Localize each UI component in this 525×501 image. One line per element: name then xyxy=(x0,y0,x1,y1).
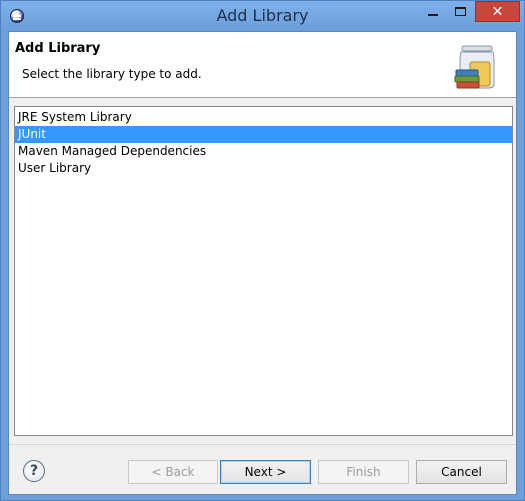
footer-separator xyxy=(9,444,516,445)
page-description: Select the library type to add. xyxy=(22,67,202,81)
next-button[interactable]: Next > xyxy=(220,460,311,484)
library-type-list[interactable]: JRE System Library JUnit Maven Managed D… xyxy=(14,106,513,436)
add-library-dialog: Add Library ✕ Add Library Select the lib… xyxy=(0,0,525,501)
list-item-jre-system-library[interactable]: JRE System Library xyxy=(15,109,512,126)
maximize-button[interactable] xyxy=(447,1,474,22)
help-icon: ? xyxy=(29,463,39,479)
library-jar-icon xyxy=(454,45,495,89)
page-title: Add Library xyxy=(15,41,101,56)
maximize-icon xyxy=(455,7,466,16)
minimize-icon xyxy=(427,13,438,16)
back-button[interactable]: < Back xyxy=(128,460,218,484)
wizard-header: Add Library Select the library type to a… xyxy=(9,32,516,98)
close-icon: ✕ xyxy=(491,3,504,20)
title-bar[interactable]: Add Library ✕ xyxy=(1,1,524,31)
list-item-maven-managed-dependencies[interactable]: Maven Managed Dependencies xyxy=(15,143,512,160)
list-item-user-library[interactable]: User Library xyxy=(15,160,512,177)
cancel-button[interactable]: Cancel xyxy=(416,460,507,484)
finish-button[interactable]: Finish xyxy=(318,460,409,484)
help-button[interactable]: ? xyxy=(23,460,45,482)
close-button[interactable]: ✕ xyxy=(475,1,520,22)
dialog-content: Add Library Select the library type to a… xyxy=(8,31,517,495)
list-item-junit[interactable]: JUnit xyxy=(15,126,512,143)
minimize-button[interactable] xyxy=(419,1,446,22)
